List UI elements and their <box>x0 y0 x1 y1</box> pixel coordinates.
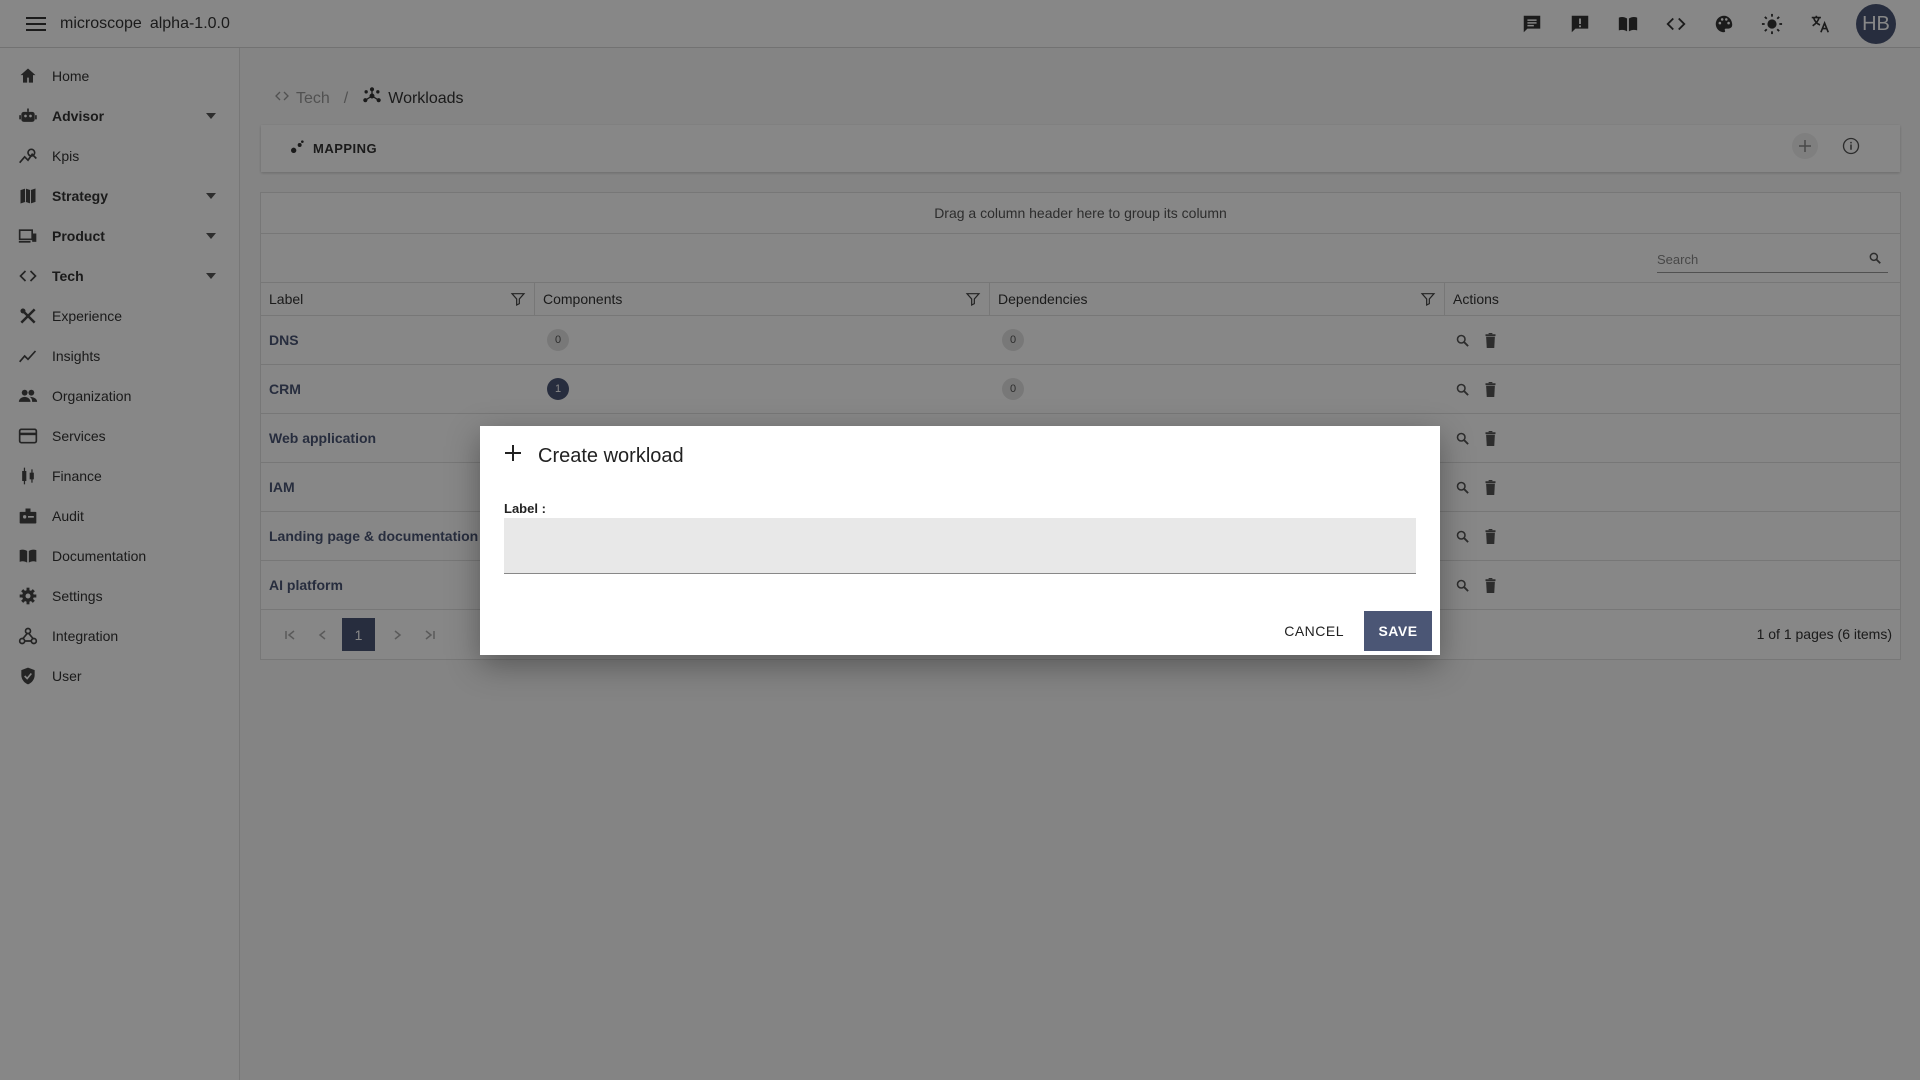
dialog-title: Create workload <box>538 444 684 467</box>
label-input[interactable] <box>504 518 1416 574</box>
save-button[interactable]: SAVE <box>1364 611 1432 651</box>
plus-icon <box>504 444 522 468</box>
create-workload-dialog: Create workload Label : CANCEL SAVE <box>480 426 1440 655</box>
label-field-label: Label : <box>504 501 546 516</box>
cancel-button[interactable]: CANCEL <box>1280 615 1348 647</box>
